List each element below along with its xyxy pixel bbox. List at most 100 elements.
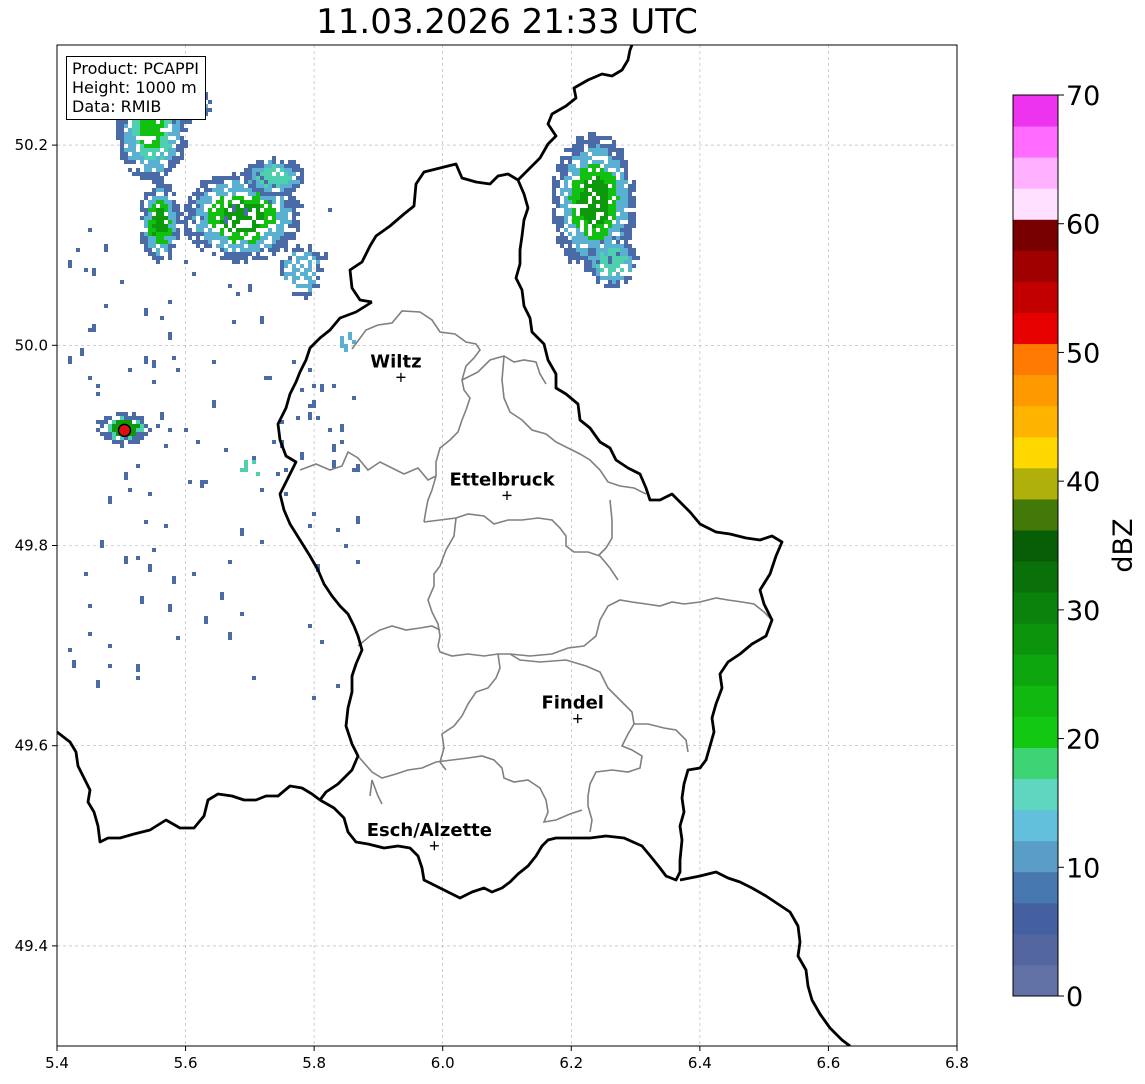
echo-pixel <box>628 212 632 216</box>
echo-pixel <box>260 184 264 188</box>
echo-pixel <box>228 256 232 260</box>
echo-pixel <box>164 140 168 144</box>
echo-pixel <box>236 260 240 264</box>
echo-pixel <box>284 204 288 208</box>
colorbar-segment <box>1013 467 1058 500</box>
echo-pixel <box>608 224 612 228</box>
echo-pixel <box>588 148 592 152</box>
echo-pixel <box>596 236 600 240</box>
echo-pixel <box>248 244 252 248</box>
echo-pixel <box>604 176 608 180</box>
echo-pixel <box>620 244 624 248</box>
echo-pixel <box>604 212 608 216</box>
echo-pixel <box>628 224 632 228</box>
echo-pixel <box>284 180 288 184</box>
echo-pixel <box>252 240 256 244</box>
echo-pixel <box>120 120 124 124</box>
echo-pixel <box>276 184 280 188</box>
colorbar-segment <box>1013 964 1058 997</box>
echo-pixel <box>272 156 276 160</box>
echo-pixel <box>596 140 600 144</box>
echo-pixel <box>316 260 320 264</box>
echo-pixel <box>140 200 144 204</box>
echo-pixel <box>168 164 172 168</box>
echo-pixel <box>208 240 212 244</box>
echo-pixel <box>340 424 344 432</box>
echo-pixel <box>148 216 152 220</box>
echo-pixel <box>308 412 312 420</box>
echo-pixel <box>624 172 628 176</box>
echo-pixel <box>284 236 288 240</box>
echo-pixel <box>612 224 616 228</box>
echo-pixel <box>556 228 560 232</box>
echo-pixel <box>160 316 164 320</box>
echo-pixel <box>272 440 276 444</box>
echo-pixel <box>580 176 584 180</box>
echo-pixel <box>320 384 324 388</box>
echo-pixel <box>148 176 152 180</box>
colorbar-segment <box>1013 561 1058 593</box>
echo-pixel <box>136 440 140 444</box>
echo-pixel <box>148 208 152 212</box>
echo-pixel <box>152 252 156 256</box>
echo-pixel <box>168 428 172 432</box>
echo-pixel <box>232 196 236 200</box>
echo-pixel <box>124 136 128 140</box>
echo-pixel <box>200 184 204 188</box>
echo-pixel <box>172 224 176 228</box>
echo-pixel <box>168 244 172 248</box>
echo-pixel <box>628 268 632 272</box>
echo-pixel <box>148 148 152 152</box>
echo-pixel <box>268 248 272 252</box>
echo-pixel <box>164 132 168 136</box>
echo-pixel <box>596 184 600 188</box>
echo-pixel <box>148 252 152 256</box>
echo-pixel <box>252 164 256 168</box>
echo-pixel <box>244 168 248 172</box>
echo-pixel <box>268 172 272 176</box>
echo-pixel <box>168 132 172 136</box>
echo-pixel <box>132 136 136 140</box>
echo-pixel <box>584 168 588 172</box>
echo-pixel <box>232 248 236 252</box>
echo-pixel <box>596 136 600 140</box>
echo-pixel <box>220 244 224 248</box>
echo-pixel <box>148 236 152 240</box>
echo-pixel <box>144 248 148 252</box>
echo-pixel <box>588 156 592 160</box>
echo-pixel <box>588 132 592 136</box>
echo-pixel <box>152 548 156 552</box>
echo-pixel <box>168 332 172 340</box>
echo-pixel <box>248 188 252 192</box>
echo-pixel <box>124 420 128 424</box>
echo-pixel <box>240 200 244 204</box>
echo-pixel <box>240 208 244 212</box>
echo-pixel <box>292 196 296 200</box>
echo-pixel <box>140 208 144 212</box>
echo-pixel <box>272 248 276 252</box>
echo-pixel <box>624 244 628 248</box>
echo-pixel <box>616 228 620 232</box>
echo-pixel <box>292 184 296 188</box>
echo-pixel <box>556 184 560 188</box>
echo-pixel <box>292 220 296 224</box>
echo-pixel <box>588 144 592 148</box>
echo-pixel <box>552 192 556 196</box>
echo-pixel <box>140 204 144 208</box>
echo-pixel <box>168 608 172 612</box>
echo-pixel <box>608 188 612 192</box>
x-tick-label: 5.6 <box>174 1054 198 1072</box>
echo-pixel <box>608 160 612 164</box>
echo-pixel <box>220 240 224 244</box>
echo-pixel <box>624 232 628 236</box>
echo-pixel <box>140 424 144 428</box>
echo-pixel <box>320 388 324 392</box>
echo-pixel <box>268 160 272 164</box>
echo-pixel <box>588 268 592 272</box>
echo-pixel <box>580 200 584 204</box>
echo-pixel <box>164 444 168 448</box>
echo-pixel <box>160 132 164 136</box>
echo-pixel <box>264 168 268 172</box>
echo-pixel <box>116 120 120 124</box>
echo-pixel <box>596 164 600 168</box>
